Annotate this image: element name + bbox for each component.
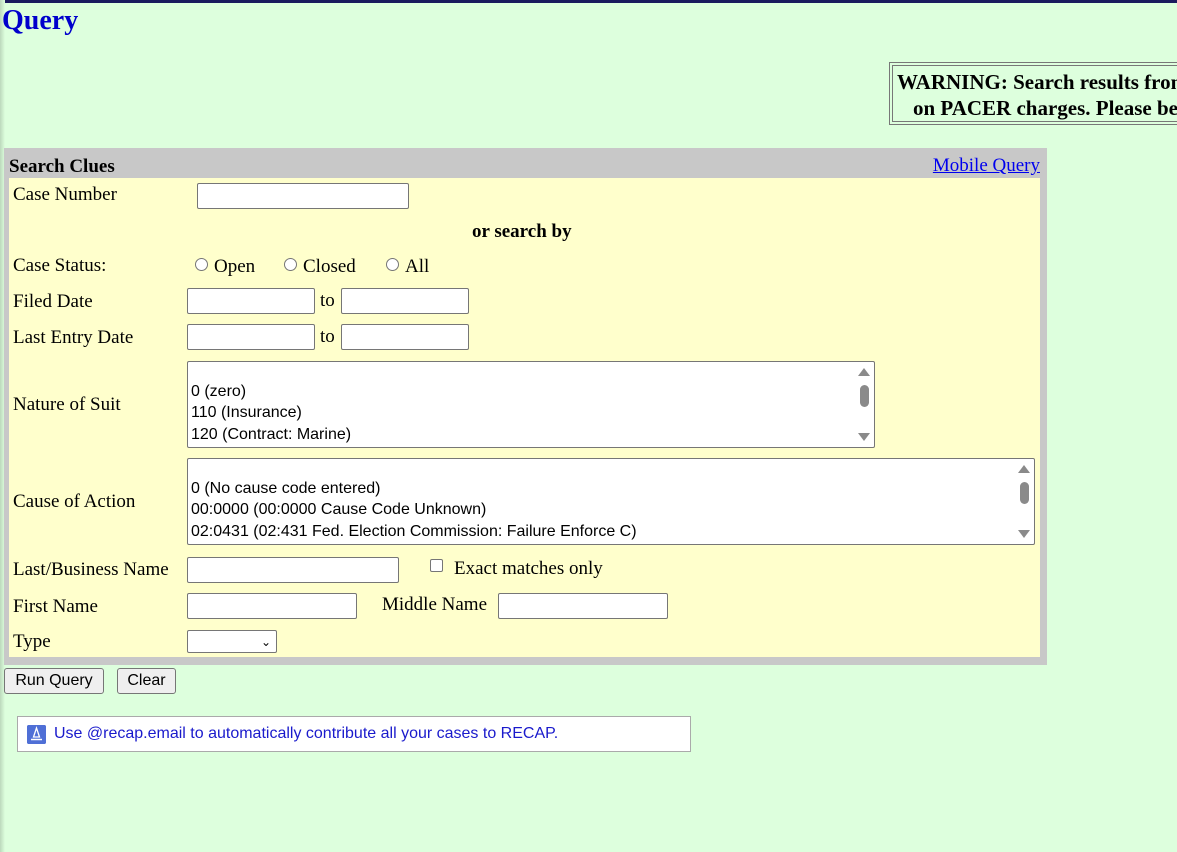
exact-matches-label: Exact matches only [454,558,603,579]
case-number-label: Case Number [13,184,117,205]
last-name-input[interactable] [187,557,399,583]
filed-date-to-label: to [320,290,335,311]
exact-matches-checkbox[interactable] [430,559,443,572]
cause-of-action-listbox[interactable]: 0 (No cause code entered) 00:0000 (00:00… [187,458,1035,545]
chevron-down-icon: ⌄ [260,635,271,649]
page-title: Query [2,5,79,36]
last-entry-from-input[interactable] [187,324,315,350]
last-entry-to-label: to [320,326,335,347]
status-closed-radio[interactable] [284,258,297,271]
list-item[interactable]: 0 (zero) [191,381,246,402]
last-entry-to-input[interactable] [341,324,469,350]
filed-date-to-input[interactable] [341,288,469,314]
list-item[interactable]: 0 (No cause code entered) [191,478,380,499]
scroll-up-icon[interactable] [1018,465,1030,473]
run-query-button[interactable]: Run Query [4,668,104,694]
warning-line-2: on PACER charges. Please be as specific … [913,96,1177,120]
list-item[interactable]: 120 (Contract: Marine) [191,424,351,445]
last-name-label: Last/Business Name [13,559,169,580]
status-closed-label: Closed [303,256,356,277]
case-status-label: Case Status: [13,255,107,276]
type-label: Type [13,631,51,652]
filed-date-from-input[interactable] [187,288,315,314]
status-open-radio[interactable] [195,258,208,271]
scrollbar-thumb[interactable] [860,385,869,407]
case-number-input[interactable] [197,183,409,209]
recap-icon [27,725,46,744]
panel-header: Search Clues [9,156,115,177]
recap-text: Use @recap.email to automatically contri… [54,725,559,742]
list-item[interactable]: 110 (Insurance) [191,402,302,423]
scroll-up-icon[interactable] [858,368,870,376]
search-clues-panel: Search Clues Mobile Query Case Number or… [4,148,1047,665]
first-name-input[interactable] [187,593,357,619]
status-all-radio[interactable] [386,258,399,271]
middle-name-label: Middle Name [382,594,488,615]
nature-of-suit-label: Nature of Suit [13,394,121,415]
cause-of-action-label: Cause of Action [13,491,136,512]
warning-line-1: WARNING: Search results from this query … [897,70,1177,94]
recap-banner[interactable]: Use @recap.email to automatically contri… [17,716,691,752]
status-open-label: Open [214,256,256,277]
scroll-down-icon[interactable] [1018,530,1030,538]
filed-date-label: Filed Date [13,291,93,312]
scroll-down-icon[interactable] [858,433,870,441]
first-name-label: First Name [13,596,98,617]
list-item[interactable]: 02:0431 (02:431 Fed. Election Commission… [191,521,637,542]
scrollbar-thumb[interactable] [1020,482,1029,504]
type-select[interactable]: ⌄ [187,630,277,653]
mobile-query-link[interactable]: Mobile Query [933,155,1040,177]
last-entry-date-label: Last Entry Date [13,327,134,348]
nature-of-suit-listbox[interactable]: 0 (zero) 110 (Insurance) 120 (Contract: … [187,361,875,448]
top-border [0,0,1177,3]
list-item[interactable]: 00:0000 (00:0000 Cause Code Unknown) [191,499,486,520]
status-all-label: All [405,256,430,277]
warning-box: WARNING: Search results from this query … [889,62,1177,125]
or-search-by-label: or search by [472,221,572,242]
search-form: Case Number or search by Case Status: Op… [9,178,1040,657]
clear-button[interactable]: Clear [117,668,176,694]
middle-name-input[interactable] [498,593,668,619]
